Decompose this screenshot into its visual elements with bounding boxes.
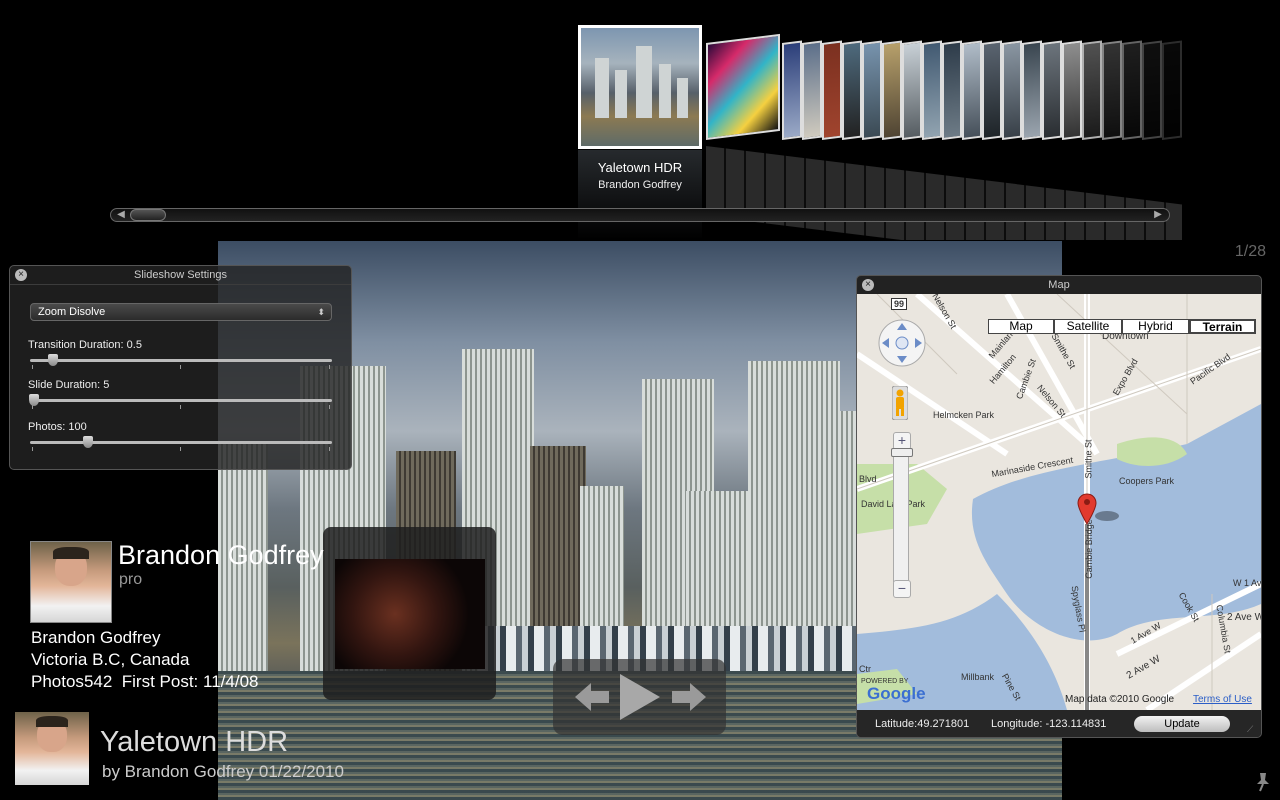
cover-reflection	[706, 146, 1182, 240]
slide-duration-knob[interactable]	[29, 394, 39, 406]
close-icon[interactable]: ×	[15, 269, 27, 281]
transition-select[interactable]: Zoom Disolve ⬍	[30, 303, 332, 321]
cover-thumbnail[interactable]	[942, 40, 962, 140]
slide-duration-label: Slide Duration: 5	[28, 379, 110, 391]
transition-select-value: Zoom Disolve	[38, 306, 106, 318]
scrollbar-thumb[interactable]	[130, 209, 166, 221]
scroll-left-arrow-icon[interactable]: ◀	[114, 208, 128, 222]
cover-thumbnail[interactable]	[1142, 40, 1162, 140]
cover-thumbnail[interactable]	[822, 40, 842, 140]
transition-duration-value: 0.5	[126, 339, 142, 351]
cover-thumbnail[interactable]	[842, 40, 862, 140]
cover-thumbnail[interactable]	[706, 33, 780, 141]
zoom-slider-knob[interactable]	[891, 448, 913, 457]
cover-thumbnail[interactable]	[782, 40, 802, 140]
latitude-readout: Latitude:49.271801	[875, 718, 970, 730]
author-avatar[interactable]	[15, 712, 89, 785]
cover-thumbnail[interactable]	[1022, 40, 1042, 140]
photos-count: 542	[83, 672, 113, 691]
cover-thumbnail[interactable]	[882, 40, 902, 140]
photo-title: Yaletown HDR	[100, 726, 289, 758]
cover-thumbnail[interactable]	[922, 40, 942, 140]
transition-duration-slider[interactable]	[30, 359, 332, 362]
cover-thumbnail[interactable]	[1002, 40, 1022, 140]
pin-icon[interactable]	[1254, 772, 1272, 792]
cover-thumbnail[interactable]	[1082, 40, 1102, 140]
profile-stats: Photos542 First Post: 11/4/08	[31, 672, 259, 691]
panel-title: Slideshow Settings	[10, 266, 351, 285]
next-arrow-icon[interactable]	[670, 681, 706, 713]
profile-full-name: Brandon Godfrey	[31, 628, 161, 647]
cover-thumbnail[interactable]	[982, 40, 1002, 140]
transition-duration-knob[interactable]	[48, 354, 58, 366]
latitude-value: 49.271801	[917, 718, 970, 730]
longitude-readout: Longitude: -123.114831	[991, 718, 1107, 730]
close-icon[interactable]: ×	[862, 279, 874, 291]
photos-value: 100	[68, 421, 87, 433]
playback-controls	[553, 659, 726, 735]
cover-thumbnail[interactable]	[1122, 40, 1142, 140]
updown-chevron-icon: ⬍	[317, 307, 325, 317]
map-type-map[interactable]: Map	[988, 319, 1054, 334]
highway-shield: 99	[891, 298, 908, 310]
cover-thumbnail[interactable]	[862, 40, 882, 140]
current-cover[interactable]	[578, 25, 702, 149]
slide-duration-slider[interactable]	[30, 399, 332, 402]
cover-thumbnail[interactable]	[902, 40, 922, 140]
cover-author: Brandon Godfrey	[598, 179, 682, 191]
cover-thumbnail[interactable]	[1042, 40, 1062, 140]
slideshow-settings-panel: Slideshow Settings × Zoom Disolve ⬍ Tran…	[9, 265, 352, 470]
photo-byline: by Brandon Godfrey 01/22/2010	[102, 762, 344, 781]
cover-thumbnail[interactable]	[802, 40, 822, 140]
pegman-icon[interactable]	[892, 386, 908, 420]
map-canvas[interactable]: Nelson St Mainland St Smithe St Hamilton…	[857, 294, 1261, 710]
map-footer: Latitude:49.271801 Longitude: -123.11483…	[857, 710, 1261, 737]
map-type-hybrid[interactable]: Hybrid	[1122, 319, 1189, 334]
pan-control-icon[interactable]	[877, 318, 927, 368]
zoom-out-button[interactable]: −	[893, 580, 911, 598]
map-panel: Map × Nelson St Mainland St Smithe St Ha…	[856, 275, 1262, 738]
map-type-terrain[interactable]: Terrain	[1189, 319, 1256, 334]
transition-duration-label: Transition Duration: 0.5	[28, 339, 142, 351]
panel-title: Map	[857, 276, 1261, 295]
profile-photo-preview[interactable]	[323, 527, 496, 700]
avatar[interactable]	[30, 541, 112, 623]
cover-thumbnail[interactable]	[962, 40, 982, 140]
slide-duration-value: 5	[103, 379, 110, 391]
terms-of-use-link[interactable]: Terms of Use	[1193, 694, 1252, 705]
resize-grip-icon[interactable]: ⟋	[1247, 724, 1253, 735]
cover-title: Yaletown HDR	[597, 160, 683, 175]
google-logo[interactable]: Google	[867, 684, 926, 704]
photo-counter: 1/28	[1234, 243, 1266, 260]
longitude-value: -123.114831	[1045, 718, 1107, 730]
profile-location: Victoria B.C, Canada	[31, 650, 190, 669]
play-icon[interactable]	[620, 674, 660, 720]
scroll-right-arrow-icon[interactable]: ▶	[1151, 208, 1165, 222]
first-post-date: 11/4/08	[203, 672, 259, 691]
zoom-slider[interactable]	[893, 452, 909, 582]
update-button[interactable]: Update	[1134, 716, 1230, 732]
cover-thumbnail[interactable]	[1062, 40, 1082, 140]
photos-slider[interactable]	[30, 441, 332, 444]
photos-label: Photos: 100	[28, 421, 87, 433]
map-marker-icon[interactable]	[1077, 492, 1121, 526]
map-type-satellite[interactable]: Satellite	[1054, 319, 1122, 334]
account-type: pro	[119, 571, 143, 588]
cover-flow-scrollbar[interactable]	[110, 208, 1170, 222]
photos-knob[interactable]	[83, 436, 93, 448]
map-data-attribution: Map data ©2010 Google	[1065, 694, 1175, 705]
cover-thumbnail[interactable]	[1162, 40, 1182, 140]
cover-thumbnail[interactable]	[1102, 40, 1122, 140]
profile-name: Brandon Godfrey	[118, 540, 324, 570]
cover-flow-browser[interactable]: Yaletown HDR Brandon Godfrey ◀ ▶	[0, 0, 1280, 240]
profile-photo-thumbnail	[335, 559, 485, 669]
previous-arrow-icon[interactable]	[575, 681, 611, 713]
